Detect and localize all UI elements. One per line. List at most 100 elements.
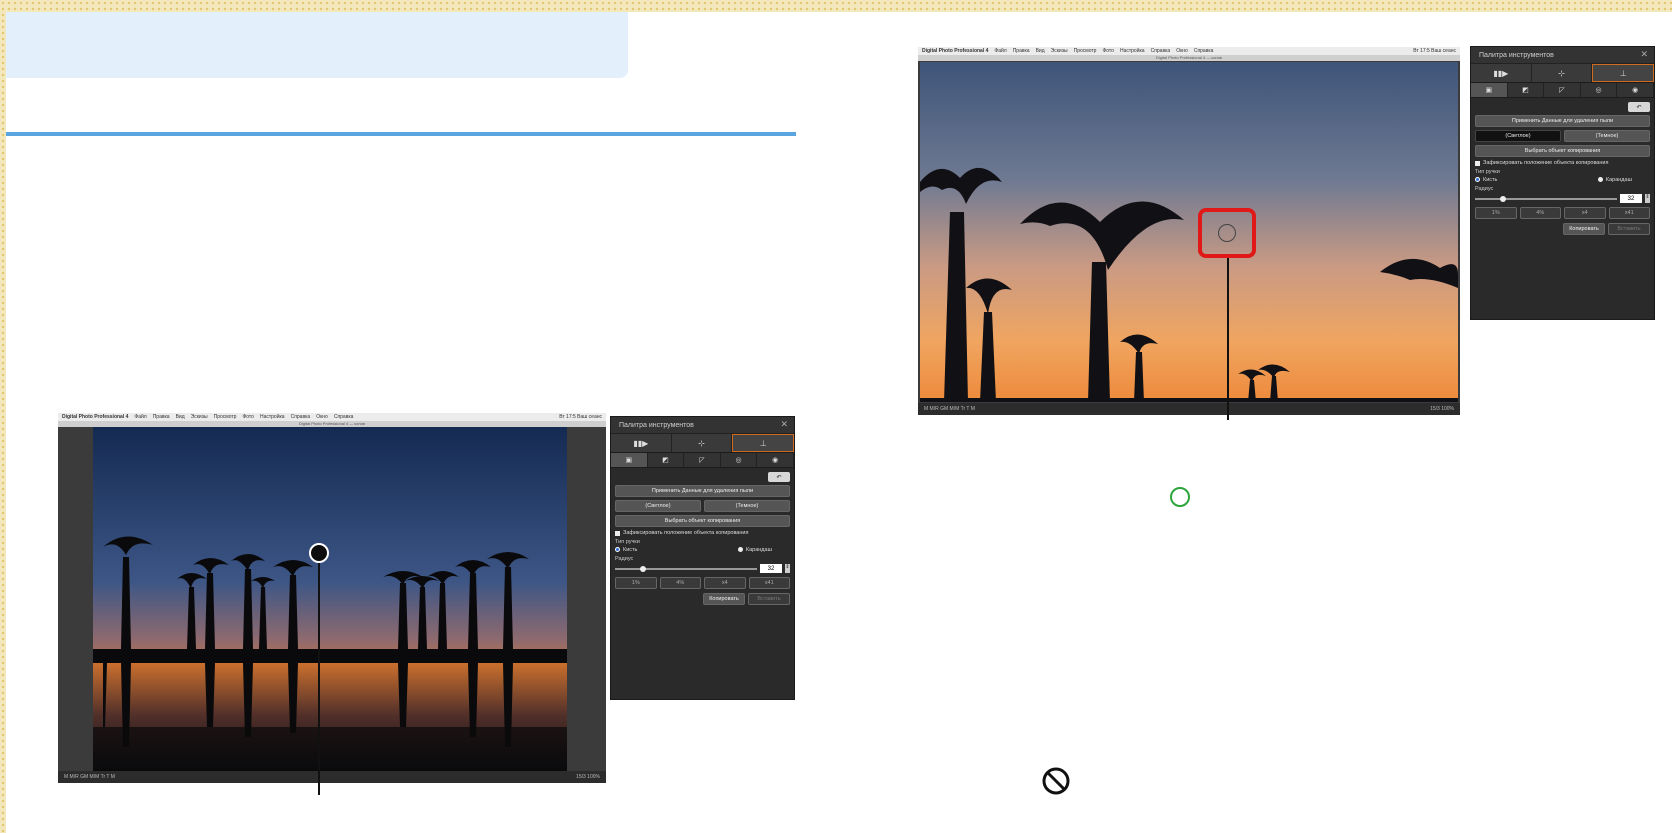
app-window-right: Digital Photo Professional 4 Файл Правка…: [918, 47, 1460, 415]
callout-line-right: [1227, 258, 1229, 420]
tab-adjust[interactable]: ▮▮▶: [1471, 64, 1532, 82]
fix-copy-position-checkbox[interactable]: Зафиксировать положение объекта копирова…: [1475, 160, 1650, 166]
photo-canvas-zoomed[interactable]: [920, 62, 1458, 402]
pen-type-label: Тип ручки: [1475, 169, 1500, 175]
menu-thumbnails[interactable]: Эскизы: [191, 414, 208, 420]
preset-button-3[interactable]: x4: [1564, 207, 1606, 219]
brush-radio[interactable]: Кисть: [1475, 177, 1497, 183]
light-button[interactable]: (Светлое): [615, 500, 701, 512]
menubar-status: Вт 17:5 Ваш сеанс: [559, 414, 602, 420]
preset-button-1[interactable]: 1%: [1475, 207, 1517, 219]
copy-button[interactable]: Копировать: [703, 593, 745, 605]
subtab-3[interactable]: ◸: [1544, 83, 1581, 97]
radius-slider[interactable]: [615, 565, 757, 572]
pencil-radio[interactable]: Карандаш: [737, 547, 772, 553]
menu-edit[interactable]: Правка: [153, 414, 170, 420]
fix-copy-position-checkbox[interactable]: Зафиксировать положение объекта копирова…: [615, 530, 790, 536]
menu-help[interactable]: Справка: [1151, 48, 1171, 54]
close-icon[interactable]: ✕: [1640, 49, 1648, 60]
pen-type-radio-group: Кисть Карандаш: [1475, 177, 1650, 183]
menu-edit[interactable]: Правка: [1013, 48, 1030, 54]
radio-selected-icon[interactable]: [1475, 177, 1480, 183]
radio-icon[interactable]: [737, 547, 743, 553]
preset-button-4[interactable]: x41: [1608, 207, 1650, 219]
menu-thumbnails[interactable]: Эскизы: [1051, 48, 1068, 54]
baobab-zoomed-photo-image: [920, 62, 1458, 402]
subtab-5[interactable]: ◉: [1617, 83, 1654, 97]
tab-adjust[interactable]: ▮▮▶: [611, 434, 672, 452]
preset-button-2[interactable]: 4%: [1519, 207, 1561, 219]
menu-help[interactable]: Справка: [291, 414, 311, 420]
section-title-box: [6, 12, 628, 78]
menu-help-2[interactable]: Справка: [1194, 48, 1214, 54]
menu-settings[interactable]: Настройка: [260, 414, 285, 420]
menu-preview[interactable]: Просмотр: [1074, 48, 1097, 54]
preset-button-2[interactable]: 4%: [659, 577, 701, 589]
radius-value-field[interactable]: 32: [1620, 194, 1642, 203]
radius-slider-knob[interactable]: [640, 565, 647, 572]
brush-radio[interactable]: Кисть: [615, 547, 637, 553]
undo-icon[interactable]: ↶: [768, 472, 790, 482]
subtab-2[interactable]: ◩: [1507, 83, 1545, 97]
app-menu-name[interactable]: Digital Photo Professional 4: [922, 48, 988, 54]
tab-crop[interactable]: ⊹: [1531, 64, 1593, 82]
menu-settings[interactable]: Настройка: [1120, 48, 1145, 54]
undo-icon[interactable]: ↶: [1628, 102, 1650, 112]
preset-button-1[interactable]: 1%: [615, 577, 657, 589]
light-button[interactable]: (Светлое): [1475, 130, 1561, 142]
menu-preview[interactable]: Просмотр: [214, 414, 237, 420]
dark-button[interactable]: (Темное): [1564, 130, 1650, 142]
dark-button[interactable]: (Темное): [704, 500, 790, 512]
pen-type-label: Тип ручки: [615, 539, 640, 545]
menu-file[interactable]: Файл: [134, 414, 146, 420]
app-window-left: Digital Photo Professional 4 Файл Правка…: [58, 413, 606, 783]
menu-view[interactable]: Вид: [1036, 48, 1045, 54]
brush-label: Кисть: [1483, 177, 1498, 183]
subtab-3[interactable]: ◸: [684, 453, 721, 467]
radius-slider-knob[interactable]: [1500, 195, 1507, 202]
select-copy-source-button[interactable]: Выбрать объект копирования: [1475, 145, 1650, 157]
radius-slider[interactable]: [1475, 195, 1617, 202]
select-copy-source-button[interactable]: Выбрать объект копирования: [615, 515, 790, 527]
copy-button[interactable]: Копировать: [1563, 223, 1605, 235]
radio-selected-icon[interactable]: [615, 547, 620, 553]
paste-button[interactable]: Вставить: [1608, 223, 1650, 235]
paste-button[interactable]: Вставить: [748, 593, 790, 605]
menu-photo[interactable]: Фото: [242, 414, 254, 420]
tool-palette-left: Палитра инструментов ✕ ▮▮▶ ⊹ ⊥ ▣ ◩ ◸ ◎ ◉…: [610, 416, 795, 700]
tab-stamp[interactable]: ⊥: [1592, 64, 1654, 82]
radius-stepper[interactable]: ⇕: [1645, 194, 1650, 203]
subtab-4[interactable]: ◎: [720, 453, 758, 467]
checkbox-box[interactable]: [615, 530, 620, 536]
photo-canvas[interactable]: [93, 427, 567, 771]
subtab-2[interactable]: ◩: [647, 453, 685, 467]
menu-photo[interactable]: Фото: [1102, 48, 1114, 54]
subtab-4[interactable]: ◎: [1580, 83, 1618, 97]
tab-crop[interactable]: ⊹: [671, 434, 733, 452]
tool-palette-right: Палитра инструментов ✕ ▮▮▶ ⊹ ⊥ ▣ ◩ ◸ ◎ ◉…: [1470, 46, 1655, 320]
menu-file[interactable]: Файл: [994, 48, 1006, 54]
apply-dust-data-button[interactable]: Применить Данные для удаления пыли: [615, 485, 790, 497]
menu-window[interactable]: Окно: [316, 414, 328, 420]
menu-view[interactable]: Вид: [176, 414, 185, 420]
subtab-1[interactable]: ▣: [1471, 83, 1508, 97]
apply-dust-data-button[interactable]: Применить Данные для удаления пыли: [1475, 115, 1650, 127]
menu-window[interactable]: Окно: [1176, 48, 1188, 54]
checkbox-box[interactable]: [1475, 160, 1480, 166]
tab-stamp[interactable]: ⊥: [732, 434, 794, 452]
menubar-status: Вт 17:5 Ваш сеанс: [1413, 48, 1456, 54]
preset-button-3[interactable]: x4: [704, 577, 746, 589]
radius-stepper[interactable]: ⇕: [785, 564, 790, 573]
pencil-radio[interactable]: Карандаш: [1597, 177, 1632, 183]
status-zoom-text: 15/3 100%: [1430, 406, 1454, 412]
app-menu-name[interactable]: Digital Photo Professional 4: [62, 414, 128, 420]
subtab-5[interactable]: ◉: [757, 453, 794, 467]
menu-help-2[interactable]: Справка: [334, 414, 354, 420]
close-icon[interactable]: ✕: [780, 419, 788, 430]
radius-value-field[interactable]: 32: [760, 564, 782, 573]
radius-label: Радиус: [615, 556, 634, 562]
callout-line-left: [318, 553, 320, 795]
preset-button-4[interactable]: x41: [748, 577, 790, 589]
radio-icon[interactable]: [1597, 177, 1603, 183]
subtab-1[interactable]: ▣: [611, 453, 648, 467]
